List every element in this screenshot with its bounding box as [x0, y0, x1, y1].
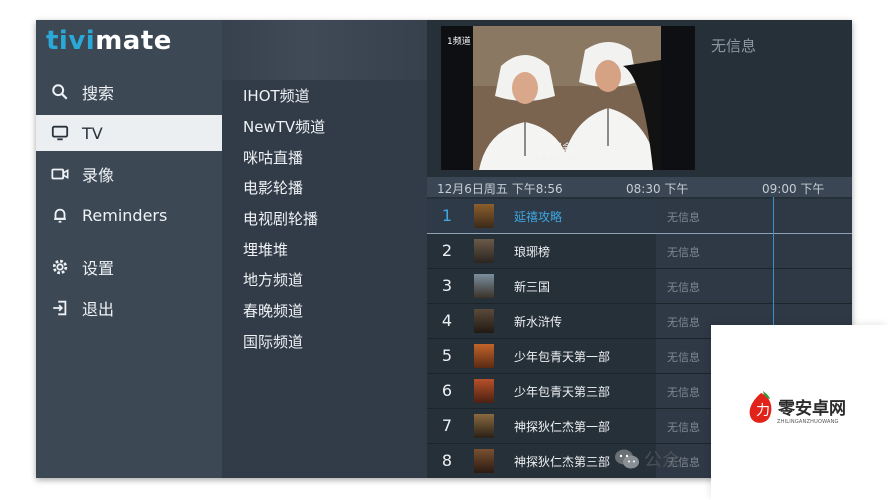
search-icon	[50, 82, 70, 102]
menu-item-exit[interactable]: 退出	[36, 290, 222, 326]
menu-label: 录像	[82, 166, 115, 185]
selection-underline	[427, 233, 852, 234]
time-slot: 09:00 下午	[762, 182, 825, 196]
site-watermark: 力 零安卓网 ZHILINGANZHUOWANG	[711, 325, 888, 500]
channel-thumbnail	[474, 239, 494, 263]
channel-thumbnail	[474, 344, 494, 368]
site-pinyin: ZHILINGANZHUOWANG	[777, 419, 839, 425]
menu-item-recordings[interactable]: 录像	[36, 156, 222, 192]
program-info: 无信息	[667, 316, 700, 329]
program-info: 无信息	[667, 421, 700, 434]
subtitle-line: 还会看书和打毛衣	[530, 155, 603, 165]
channel-name: 琅琊榜	[514, 245, 551, 259]
gear-icon	[50, 257, 70, 277]
main-menu: tivimate 搜索 TV 录像 Reminders 设置 退出	[36, 20, 222, 478]
watermark-text: 公众	[644, 450, 680, 471]
channel-name: 新三国	[514, 280, 551, 294]
menu-label: TV	[82, 123, 103, 143]
menu-item-tv[interactable]: TV	[36, 115, 222, 151]
menu-label: 设置	[82, 259, 115, 278]
channel-number: 6	[441, 381, 453, 400]
channel-name: 延禧攻略	[514, 210, 563, 224]
group-item[interactable]: IHOT频道	[243, 85, 310, 106]
channel-row[interactable]: 1 延禧攻略 无信息	[427, 199, 852, 234]
video-camera-icon	[50, 164, 70, 184]
menu-item-settings[interactable]: 设置	[36, 249, 222, 285]
bell-icon	[50, 205, 70, 225]
site-name: 零安卓网	[778, 399, 846, 419]
svg-text:力: 力	[756, 403, 770, 419]
program-info: 无信息	[667, 246, 700, 259]
channel-thumbnail	[474, 414, 494, 438]
channel-number: 5	[441, 346, 453, 365]
channel-logo-badge: 1频道	[447, 37, 471, 47]
program-info: 无信息	[711, 37, 757, 55]
group-item[interactable]: 地方频道	[243, 269, 303, 290]
channel-thumbnail	[474, 204, 494, 228]
group-item[interactable]: 电影轮播	[243, 177, 303, 198]
channel-group-list: IHOT频道 NewTV频道 咪咕直播 电影轮播 电视剧轮播 埋堆堆 地方频道 …	[222, 20, 427, 478]
channel-thumbnail	[474, 309, 494, 333]
site-logo-icon: 力	[749, 391, 772, 423]
group-item[interactable]: 电视剧轮播	[243, 208, 318, 229]
channel-number: 4	[441, 311, 453, 330]
menu-item-reminders[interactable]: Reminders	[36, 197, 222, 233]
channel-number: 7	[441, 416, 453, 435]
current-datetime: 12月6日周五 下午8:56	[437, 182, 563, 196]
channel-number: 2	[441, 241, 453, 260]
app-logo: tivimate	[46, 26, 172, 56]
program-info: 无信息	[667, 351, 700, 364]
channel-number: 3	[441, 276, 453, 295]
blurred-area	[222, 20, 427, 80]
group-item[interactable]: NewTV频道	[243, 116, 325, 137]
channel-row[interactable]: 2 琅琊榜 无信息	[427, 234, 852, 269]
menu-item-search[interactable]: 搜索	[36, 74, 222, 110]
program-info: 无信息	[667, 211, 700, 224]
program-info: 无信息	[667, 281, 700, 294]
wechat-icon	[615, 449, 639, 469]
channel-name: 神探狄仁杰第一部	[514, 420, 611, 434]
time-slot: 08:30 下午	[626, 182, 689, 196]
group-item[interactable]: 春晚频道	[243, 300, 303, 321]
tv-icon	[50, 123, 70, 143]
channel-name: 少年包青天第一部	[514, 350, 611, 364]
channel-row[interactable]: 3 新三国 无信息	[427, 269, 852, 304]
channel-thumbnail	[474, 274, 494, 298]
channel-name: 少年包青天第三部	[514, 385, 611, 399]
menu-label: 退出	[82, 300, 115, 319]
timeline-bar: 12月6日周五 下午8:56 08:30 下午 09:00 下午	[427, 177, 852, 197]
channel-number: 8	[441, 451, 453, 470]
exit-icon	[50, 298, 70, 318]
channel-name: 神探狄仁杰第三部	[514, 455, 611, 469]
channel-thumbnail	[474, 449, 494, 473]
channel-number: 1	[441, 206, 453, 225]
channel-thumbnail	[474, 379, 494, 403]
wechat-watermark: 公众	[614, 446, 680, 472]
video-preview[interactable]: 1频道 不求自己会照顾自己 还会看书和打毛衣	[441, 26, 695, 170]
channel-name: 新水浒传	[514, 315, 563, 329]
group-item[interactable]: 国际频道	[243, 331, 303, 352]
group-item[interactable]: 咪咕直播	[243, 147, 303, 168]
menu-label: 搜索	[82, 84, 115, 103]
group-item[interactable]: 埋堆堆	[243, 239, 288, 260]
menu-label: Reminders	[82, 205, 168, 225]
program-info: 无信息	[667, 386, 700, 399]
